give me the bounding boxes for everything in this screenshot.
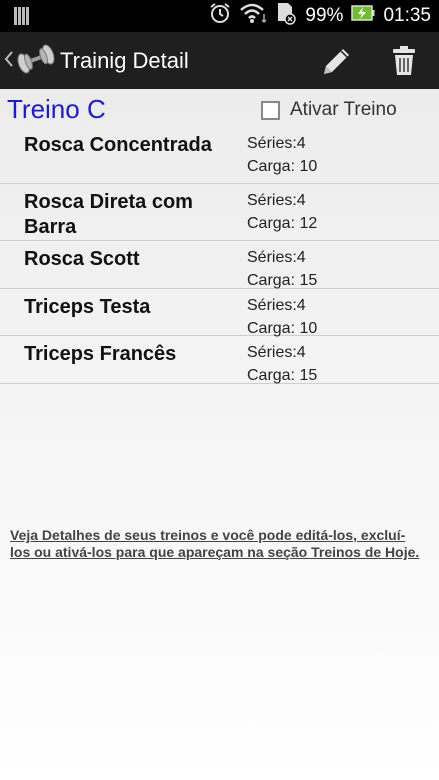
activate-workout-toggle[interactable]: Ativar Treino [261,99,397,121]
exercise-load: Carga: 15 [247,367,318,384]
trash-icon [390,46,418,82]
footer-hint: Veja Detalhes de seus treinos e você pod… [10,527,420,560]
exercise-item[interactable]: Rosca Scott Séries:4 Carga: 15 [0,241,439,289]
exercise-name: Rosca Scott [24,248,140,270]
exercise-load: Carga: 10 [247,158,318,175]
exercise-info: Séries:4 Carga: 10 [247,294,317,340]
exercise-name: Triceps Testa [24,296,151,318]
exercise-info: Séries:4 Carga: 10 [247,132,317,178]
exercise-name: Triceps Francês [24,343,177,365]
bars-icon [14,7,30,30]
battery-percent: 99% [305,5,344,26]
exercise-series: Séries:4 [247,135,306,152]
exercise-info: Séries:4 Carga: 15 [247,341,317,387]
clock: 01:35 [383,5,431,26]
dumbbell-icon [14,42,58,81]
exercise-series: Séries:4 [247,192,306,209]
sd-card-icon [275,1,297,31]
exercise-name: Rosca Concentrada [24,134,212,156]
edit-button[interactable] [318,44,354,83]
activate-checkbox[interactable] [261,100,280,120]
content-area: Treino C Ativar Treino Rosca Concentrada… [0,89,439,780]
activate-label: Ativar Treino [290,99,397,120]
alarm-icon [209,2,231,30]
back-button[interactable] [4,42,58,80]
wifi-icon [239,2,267,30]
exercise-item[interactable]: Rosca Direta com Barra Séries:4 Carga: 1… [0,184,439,241]
exercise-series: Séries:4 [247,249,306,266]
delete-button[interactable] [390,44,418,83]
exercise-load: Carga: 12 [247,215,318,232]
exercise-item[interactable]: Triceps Francês Séries:4 Carga: 15 [0,336,439,384]
exercise-item[interactable]: Triceps Testa Séries:4 Carga: 10 [0,289,439,337]
exercise-info: Séries:4 Carga: 12 [247,189,317,235]
workout-header: Treino C Ativar Treino [0,89,439,127]
exercise-info: Séries:4 Carga: 15 [247,246,317,292]
back-chevron-icon [4,49,14,74]
workout-name: Treino C [7,94,106,124]
exercise-item[interactable]: Rosca Concentrada Séries:4 Carga: 10 [0,127,439,184]
battery-charging-icon [351,3,375,29]
status-bar: 99% 01:35 [0,0,439,32]
exercise-series: Séries:4 [247,297,306,314]
action-bar: Trainig Detail [0,32,439,89]
exercise-series: Séries:4 [247,344,306,361]
screen-title: Trainig Detail [60,48,189,73]
exercise-name: Rosca Direta com Barra [24,191,193,238]
pencil-icon [318,49,354,82]
